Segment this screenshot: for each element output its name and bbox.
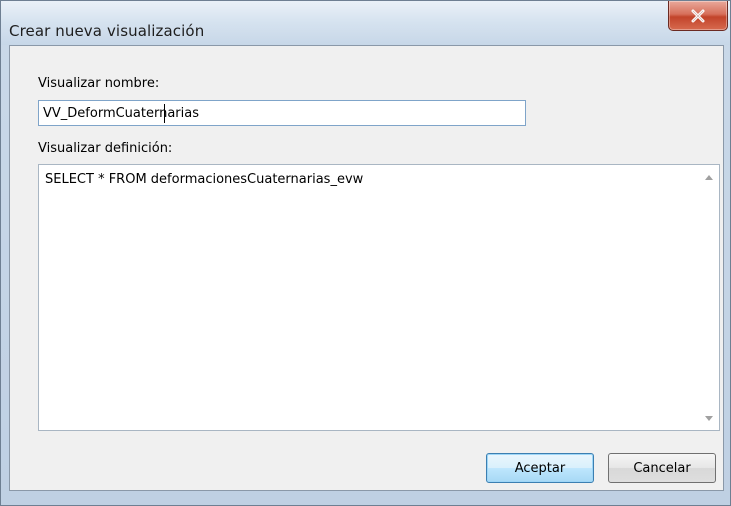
dialog-content: Visualizar nombre: VV_DeformCuaternarias…	[9, 45, 724, 491]
definition-label: Visualizar definición:	[38, 141, 173, 156]
arrow-up-icon	[705, 174, 713, 180]
view-name-input[interactable]: VV_DeformCuaternarias	[38, 100, 526, 126]
arrow-down-icon	[705, 415, 713, 421]
dialog-window: Crear nueva visualización Visualizar nom…	[0, 0, 731, 506]
dialog-title: Crear nueva visualización	[9, 22, 205, 40]
title-bar[interactable]: Crear nueva visualización	[1, 1, 730, 45]
scroll-up-button[interactable]	[699, 168, 719, 186]
view-definition-value: SELECT * FROM deformacionesCuaternarias_…	[45, 172, 364, 187]
scroll-down-button[interactable]	[699, 409, 719, 427]
accept-button[interactable]: Aceptar	[486, 453, 594, 483]
text-caret	[164, 104, 165, 123]
cancel-button[interactable]: Cancelar	[608, 453, 716, 483]
close-button[interactable]	[668, 1, 728, 31]
name-label: Visualizar nombre:	[38, 76, 160, 91]
definition-scrollbar[interactable]	[699, 165, 719, 430]
view-definition-textarea[interactable]: SELECT * FROM deformacionesCuaternarias_…	[38, 164, 720, 431]
close-icon	[691, 9, 705, 22]
view-name-value: VV_DeformCuaternarias	[43, 105, 199, 121]
